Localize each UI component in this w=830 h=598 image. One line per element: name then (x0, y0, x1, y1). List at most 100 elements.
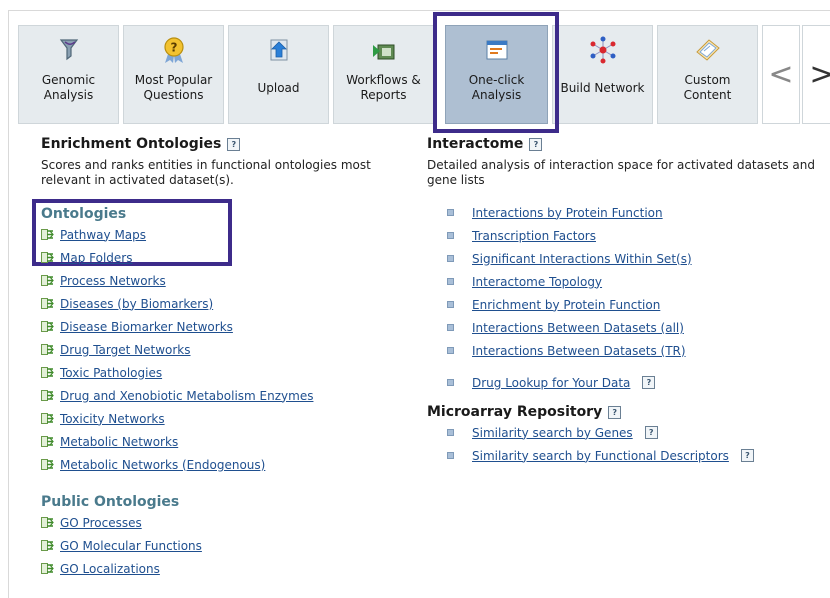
ontology-link[interactable]: Metabolic Networks (60, 435, 178, 449)
bullet-icon (447, 347, 454, 354)
ontology-tree-icon (41, 563, 54, 574)
interactome-link[interactable]: Interactions by Protein Function (472, 206, 663, 220)
section-title-microarray: Microarray Repository ? (427, 404, 822, 420)
bullet-icon (447, 255, 454, 262)
interactome-link[interactable]: Enrichment by Protein Function (472, 298, 660, 312)
custom-content-icon (695, 39, 720, 61)
list-item: Metabolic Networks (41, 430, 421, 453)
chevron-left-icon: < (768, 57, 794, 92)
toolbar-button-most-popular-questions[interactable]: ? Most Popular Questions (123, 25, 224, 124)
help-icon[interactable]: ? (608, 405, 622, 419)
list-item: Toxicity Networks (41, 407, 421, 430)
toolbar-next-button[interactable]: > (802, 25, 830, 124)
help-icon[interactable]: ? (642, 376, 656, 389)
enrichment-ontologies-panel: Enrichment Ontologies ? Scores and ranks… (41, 136, 421, 580)
genomic-analysis-icon (59, 39, 78, 61)
toolbar-button-build-network[interactable]: Build Network (552, 25, 653, 124)
list-item: Similarity search by Functional Descript… (447, 444, 822, 467)
ontology-link[interactable]: Metabolic Networks (Endogenous) (60, 458, 265, 472)
interactome-link[interactable]: Transcription Factors (472, 229, 596, 243)
list-item: Interactions Between Datasets (all) (447, 316, 822, 339)
ontology-tree-icon (41, 413, 54, 424)
drug-lookup-link[interactable]: Drug Lookup for Your Data (472, 376, 630, 390)
toolbar-label: Upload (257, 80, 300, 95)
drug-lookup-list: Drug Lookup for Your Data ? (447, 371, 822, 394)
list-item: GO Processes (41, 511, 421, 534)
toolbar-button-workflows-reports[interactable]: Workflows & Reports (333, 25, 434, 124)
help-icon[interactable]: ? (644, 426, 658, 439)
bullet-icon (447, 429, 454, 436)
interactome-description: Detailed analysis of interaction space f… (427, 158, 815, 187)
toolbar-label: Build Network (560, 80, 645, 95)
interactome-links-list: Interactions by Protein Function Transcri… (447, 201, 822, 362)
help-icon[interactable]: ? (529, 137, 543, 151)
interactome-link[interactable]: Significant Interactions Within Set(s) (472, 252, 692, 266)
ontology-link[interactable]: Drug and Xenobiotic Metabolism Enzymes (60, 389, 313, 403)
ontology-link[interactable]: Toxic Pathologies (60, 366, 162, 380)
help-icon[interactable]: ? (227, 137, 241, 151)
microarray-link[interactable]: Similarity search by Functional Descript… (472, 449, 729, 463)
list-item: GO Localizations (41, 557, 421, 580)
public-ontology-link[interactable]: GO Molecular Functions (60, 539, 202, 553)
bullet-icon (447, 232, 454, 239)
bullet-icon (447, 452, 454, 459)
ontology-tree-icon (41, 252, 54, 263)
list-item: Toxic Pathologies (41, 361, 421, 384)
ontology-tree-icon (41, 321, 54, 332)
ontology-link[interactable]: Disease Biomarker Networks (60, 320, 233, 334)
ontology-link[interactable]: Diseases (by Biomarkers) (60, 297, 213, 311)
ontology-link[interactable]: Toxicity Networks (60, 412, 165, 426)
public-ontologies-list: GO Processes GO Molecular Functions GO Loc… (41, 511, 421, 580)
ontology-link[interactable]: Drug Target Networks (60, 343, 191, 357)
ontology-tree-icon (41, 436, 54, 447)
section-title-enrichment: Enrichment Ontologies ? (41, 136, 421, 152)
toolbar-button-genomic-analysis[interactable]: Genomic Analysis (18, 25, 119, 124)
toolbar-button-upload[interactable]: Upload (228, 25, 329, 124)
ontology-tree-icon (41, 229, 54, 240)
list-item: Process Networks (41, 269, 421, 292)
bullet-icon (447, 278, 454, 285)
list-item: Disease Biomarker Networks (41, 315, 421, 338)
list-item: Drug Lookup for Your Data ? (447, 371, 822, 394)
enrichment-description: Scores and ranks entities in functional … (41, 158, 371, 187)
ontologies-list: Pathway Maps Map Folders Process Networks D… (41, 223, 421, 476)
list-item: Drug Target Networks (41, 338, 421, 361)
public-ontologies-heading: Public Ontologies (41, 494, 180, 510)
list-item: Diseases (by Biomarkers) (41, 292, 421, 315)
network-icon (590, 36, 615, 64)
ontology-link[interactable]: Pathway Maps (60, 228, 146, 242)
public-ontology-link[interactable]: GO Processes (60, 516, 142, 530)
list-item: Significant Interactions Within Set(s) (447, 247, 822, 270)
microarray-link[interactable]: Similarity search by Genes (472, 426, 633, 440)
question-medal-icon: ? (163, 37, 184, 63)
ontology-link[interactable]: Map Folders (60, 251, 132, 265)
microarray-links-list: Similarity search by Genes? Similarity se… (447, 421, 822, 467)
ontology-tree-icon (41, 344, 54, 355)
list-item: Interactions by Protein Function (447, 201, 822, 224)
list-item: Interactome Topology (447, 270, 822, 293)
ontology-tree-icon (41, 275, 54, 286)
ontology-link[interactable]: Process Networks (60, 274, 166, 288)
ontology-tree-icon (41, 517, 54, 528)
toolbar-button-custom-content[interactable]: Custom Content (657, 25, 758, 124)
frame-border-top (8, 10, 830, 11)
list-item: GO Molecular Functions (41, 534, 421, 557)
ontology-tree-icon (41, 367, 54, 378)
interactome-link[interactable]: Interactome Topology (472, 275, 602, 289)
interactome-link[interactable]: Interactions Between Datasets (TR) (472, 344, 686, 358)
list-item: Map Folders (41, 246, 421, 269)
toolbar-label: Genomic Analysis (41, 73, 96, 102)
toolbar-prev-button[interactable]: < (762, 25, 800, 124)
list-item: Drug and Xenobiotic Metabolism Enzymes (41, 384, 421, 407)
interactome-panel: Interactome ? Detailed analysis of inter… (427, 136, 822, 467)
ontologies-heading: Ontologies (41, 206, 127, 222)
toolbar-button-one-click-analysis[interactable]: One-click Analysis (445, 25, 548, 124)
bullet-icon (447, 209, 454, 216)
interactome-link[interactable]: Interactions Between Datasets (all) (472, 321, 684, 335)
workflow-report-icon (372, 44, 394, 60)
help-icon[interactable]: ? (740, 449, 754, 462)
public-ontology-link[interactable]: GO Localizations (60, 562, 160, 576)
section-title-interactome: Interactome ? (427, 136, 822, 152)
list-item: Enrichment by Protein Function (447, 293, 822, 316)
list-item: Transcription Factors (447, 224, 822, 247)
